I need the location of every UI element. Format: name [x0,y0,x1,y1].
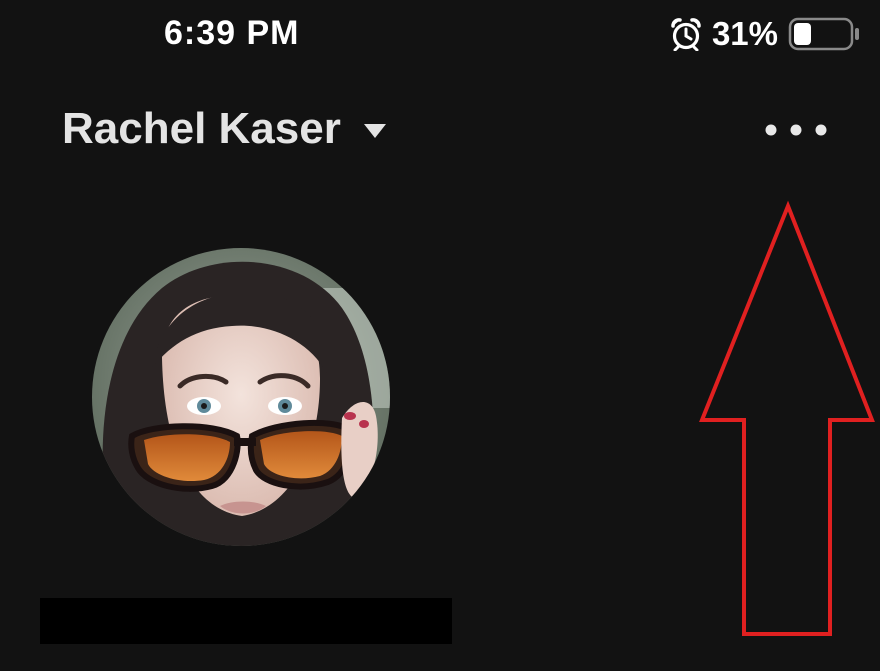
alarm-clock-icon [670,17,702,52]
battery-icon [788,16,862,52]
ellipsis-icon [761,123,831,142]
caret-down-icon [363,123,387,139]
profile-name: Rachel Kaser [62,104,341,153]
battery-percentage: 31% [711,15,778,52]
redacted-username-bar [40,598,452,644]
profile-photo [92,248,390,546]
status-time: 6:39 PM [164,14,300,52]
profile-screen: 6:39 PM 31% Rachel Kaser [0,0,880,671]
more-options-button[interactable] [756,110,836,154]
account-switcher[interactable]: Rachel Kaser [62,104,387,154]
status-bar-right: 31% [670,12,862,56]
avatar[interactable] [92,248,390,546]
